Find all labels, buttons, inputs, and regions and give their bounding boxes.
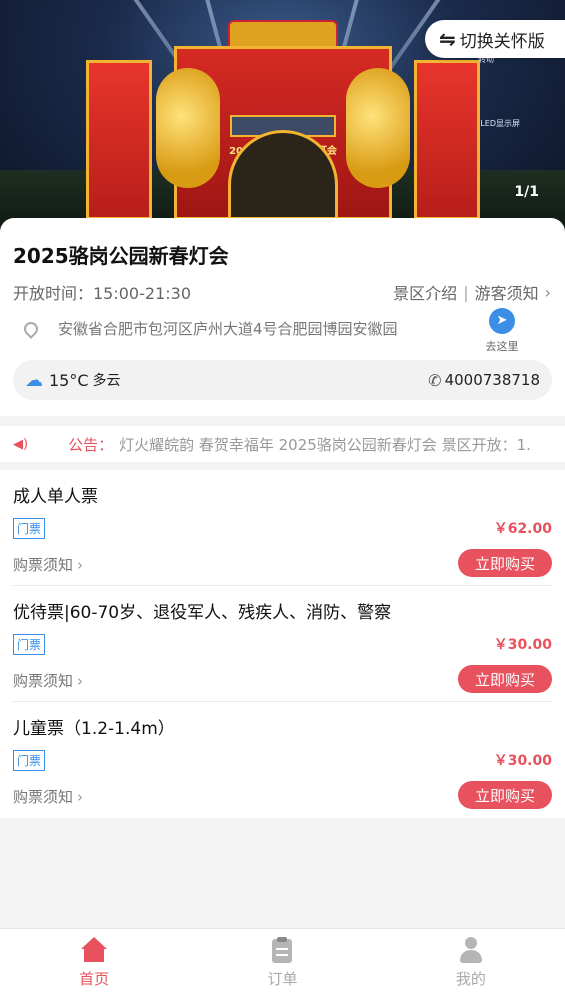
tab-label: 我的 (455, 970, 486, 988)
chevron-right-icon: › (77, 672, 84, 690)
tab-profile[interactable]: 我的 (377, 929, 565, 998)
link-divider: | (463, 282, 469, 302)
led-tag: LED显示屏 (480, 119, 520, 128)
purchase-notes-link[interactable]: 购票须知 › (13, 786, 83, 807)
visitor-notice-link[interactable]: 游客须知 (475, 280, 539, 304)
ticket-name: 成人单人票 (13, 487, 98, 507)
phone-icon: ✆ (428, 370, 442, 390)
address-text: 安徽省合肥市包河区庐州大道4号合肥园博园安徽园 (58, 320, 398, 338)
purchase-notes-label: 购票须知 (13, 672, 74, 690)
buy-now-button[interactable]: 立即购买 (458, 781, 552, 809)
ticket-item: 成人单人票 门票 ￥62.00 购票须知 › 立即购买 (0, 470, 565, 586)
user-icon (458, 937, 484, 963)
swap-arrows-icon: ⇋ (439, 27, 456, 51)
speaker-icon: ◀) (13, 436, 29, 452)
gate-roof (228, 20, 338, 48)
cloudy-icon: ☁ (25, 369, 43, 391)
temperature: 15°C (49, 370, 89, 390)
ticket-type-tag: 门票 (13, 750, 46, 771)
chevron-right-icon: › (544, 282, 551, 302)
care-mode-button[interactable]: ⇋ 切换关怀版 (425, 20, 565, 58)
clipboard-icon (269, 937, 295, 963)
location-pin-icon (21, 318, 41, 339)
ticket-price: ￥30.00 (493, 753, 552, 769)
ticket-type-tag: 门票 (13, 518, 46, 539)
banner-image[interactable]: 2025骆岗公园新春灯会 转动 LED显示屏 ⇋ 切换关怀版 1/1 (0, 0, 565, 240)
opening-hours: 开放时间：15:00-21:30 (13, 284, 191, 303)
tab-label: 订单 (267, 970, 298, 988)
tab-home[interactable]: 首页 (0, 929, 188, 998)
gate-tower-right (414, 60, 480, 220)
gate-tower-left (86, 60, 152, 220)
intro-link[interactable]: 景区介绍 (393, 280, 457, 304)
bottom-tab-bar: 首页 订单 我的 (0, 928, 565, 998)
buy-now-button[interactable]: 立即购买 (458, 549, 552, 577)
ticket-item: 优待票|60-70岁、退役军人、残疾人、消防、警察 门票 ￥30.00 购票须知… (0, 586, 565, 702)
purchase-notes-link[interactable]: 购票须知 › (13, 670, 83, 691)
phone-number: 4000738718 (444, 371, 540, 389)
weather-condition: 多云 (92, 373, 121, 389)
tab-orders[interactable]: 订单 (188, 929, 376, 998)
venue-title: 2025骆岗公园新春灯会 (13, 244, 229, 268)
home-icon (81, 937, 108, 963)
ticket-name: 优待票|60-70岁、退役军人、残疾人、消防、警察 (13, 603, 392, 623)
navigate-button[interactable]: ➤ 去这里 (477, 308, 527, 354)
phone-contact[interactable]: ✆ 4000738718 (428, 371, 540, 390)
care-mode-label: 切换关怀版 (459, 31, 545, 52)
navigate-label: 去这里 (485, 340, 519, 353)
address-row: 安徽省合肥市包河区庐州大道4号合肥园博园安徽园 (21, 318, 398, 339)
ticket-price: ￥30.00 (493, 637, 552, 653)
golden-dragon-right (346, 68, 410, 188)
tab-label: 首页 (79, 970, 110, 988)
venue-info-card: 2025骆岗公园新春灯会 开放时间：15:00-21:30 景区介绍 | 游客须… (0, 218, 565, 416)
chevron-right-icon: › (77, 556, 84, 574)
announcement-bar[interactable]: ◀) 公告： 灯火耀皖韵 春贺幸福年 2025骆岗公园新春灯会 景区开放：1. (0, 426, 565, 462)
ticket-item: 儿童票（1.2-1.4m） 门票 ￥30.00 购票须知 › 立即购买 (0, 702, 565, 818)
ticket-type-tag: 门票 (13, 634, 46, 655)
purchase-notes-link[interactable]: 购票须知 › (13, 554, 83, 575)
info-links: 景区介绍 | 游客须知 › (393, 280, 551, 304)
announcement-label: 公告： (68, 435, 114, 454)
golden-dragon-left (156, 68, 220, 188)
purchase-notes-label: 购票须知 (13, 556, 74, 574)
announcement-text: 灯火耀皖韵 春贺幸福年 2025骆岗公园新春灯会 景区开放：1. (119, 435, 531, 454)
image-counter: 1/1 (514, 184, 539, 200)
buy-now-button[interactable]: 立即购买 (458, 665, 552, 693)
navigation-arrow-icon: ➤ (489, 308, 515, 334)
ticket-list: 成人单人票 门票 ￥62.00 购票须知 › 立即购买 优待票|60-70岁、退役… (0, 470, 565, 818)
lantern-gate: 2025骆岗公园新春灯会 转动 LED显示屏 (78, 20, 520, 220)
chevron-right-icon: › (77, 788, 84, 806)
purchase-notes-label: 购票须知 (13, 788, 74, 806)
ticket-price: ￥62.00 (493, 521, 552, 537)
weather-bar: ☁ 15°C 多云 ✆ 4000738718 (13, 360, 552, 400)
ticket-name: 儿童票（1.2-1.4m） (13, 719, 175, 739)
